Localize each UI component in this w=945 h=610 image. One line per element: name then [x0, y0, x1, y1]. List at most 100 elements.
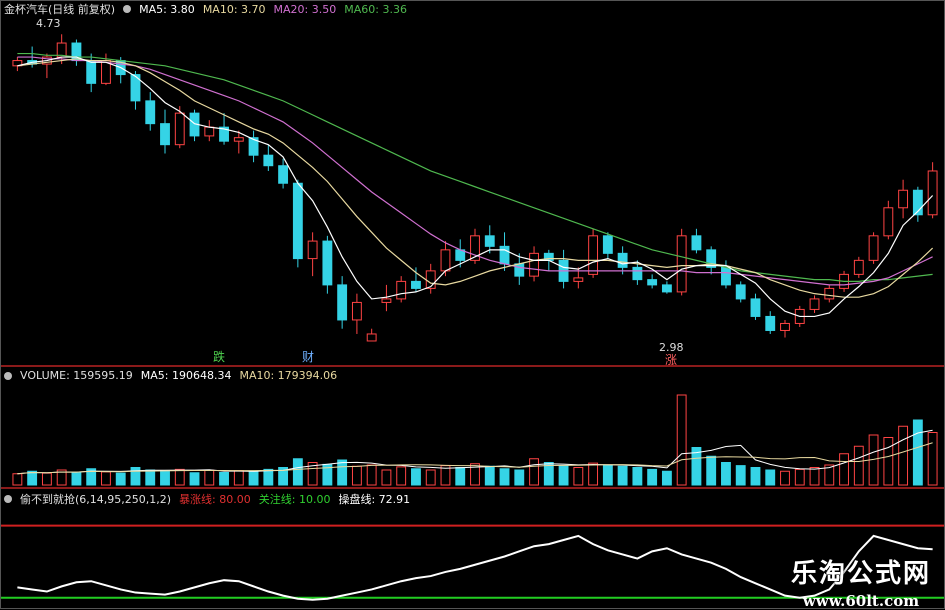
volume-bar [263, 468, 274, 486]
volume-bar [455, 467, 466, 486]
chart-canvas: 4.73 2.98 跌 财 涨 [0, 0, 945, 609]
price-header: 金杯汽车(日线 前复权) MA5: 3.80 MA10: 3.70 MA20: … [4, 1, 407, 17]
candle-body-down [160, 123, 170, 146]
candle-body-down [292, 182, 303, 260]
candle [676, 228, 687, 296]
volume-bar [853, 445, 864, 486]
candle [558, 249, 569, 289]
candle-body-down [632, 266, 643, 281]
candle [868, 232, 879, 264]
candle [765, 311, 776, 334]
candle [174, 106, 185, 149]
candle [661, 281, 672, 294]
indicator-header: 偷不到就抢(6,14,95,250,1,2) 暴涨线: 80.00 关注线: 1… [4, 491, 410, 507]
candle [248, 130, 259, 163]
candle [263, 144, 274, 171]
settings-dot-icon[interactable] [123, 5, 132, 13]
line1-legend: 暴涨线: 80.00 [179, 493, 251, 506]
volume-bar [115, 472, 126, 486]
volume-bar [130, 467, 141, 486]
candle-body-up [676, 235, 687, 293]
candle-body-down [602, 235, 613, 254]
candle [189, 109, 200, 142]
candle [809, 295, 820, 313]
volume-bar [219, 472, 229, 486]
candle-body-down [735, 284, 746, 300]
candle-body-up [529, 252, 539, 277]
candle-body-up [440, 249, 451, 272]
volume-bar [912, 419, 923, 486]
volume-bar [366, 464, 377, 486]
candle-body-up [366, 333, 377, 342]
candle [824, 284, 835, 303]
candle-body-down [145, 100, 156, 125]
candle-body-up [780, 322, 790, 331]
ma60-legend: MA60: 3.36 [344, 2, 407, 16]
volume-panel [12, 394, 938, 486]
candle-body-down [647, 279, 658, 286]
candle [71, 39, 82, 66]
volume-bar [927, 432, 938, 486]
volume-bar [411, 468, 421, 486]
volume-bar [765, 469, 776, 486]
candle [706, 246, 717, 275]
candle-body-up [809, 298, 820, 310]
event-marker-3: 涨 [665, 352, 677, 367]
volume-bar [647, 468, 658, 486]
candle-body-up [204, 126, 215, 137]
candle [322, 235, 333, 294]
candle [617, 246, 628, 275]
volume-bar [558, 465, 569, 486]
volume-ma10-legend: MA10: 179394.06 [239, 369, 338, 382]
volume-bar [292, 458, 303, 486]
candle-body-down [322, 240, 333, 286]
ma20-legend: MA20: 3.50 [273, 2, 337, 16]
candle-body-down [750, 298, 761, 317]
candle [337, 276, 348, 329]
high-price-label: 4.73 [36, 17, 61, 30]
candle-body-up [381, 298, 392, 303]
candle-body-up [883, 207, 894, 237]
ma10-legend: MA10: 3.70 [202, 2, 266, 16]
candle-body-up [898, 189, 909, 209]
stock-title: 金杯汽车(日线 前复权) [4, 3, 116, 16]
volume-bar [721, 462, 731, 486]
settings-dot-icon[interactable] [4, 371, 12, 380]
watermark-title: 乐淘公式网 [790, 559, 931, 589]
volume-bar [514, 469, 525, 486]
settings-dot-icon[interactable] [4, 495, 12, 503]
volume-bar [174, 468, 185, 486]
volume-bar [750, 467, 761, 486]
candle [411, 267, 421, 292]
candle-body-down [499, 245, 510, 265]
candle [780, 319, 790, 338]
volume-bar [160, 470, 170, 486]
candle-body-up [351, 301, 362, 321]
volume-bar [233, 470, 244, 486]
volume-bar [41, 472, 52, 486]
volume-bar [632, 467, 643, 486]
candle-body-down [721, 266, 731, 286]
volume-bar [337, 459, 348, 486]
volume-bar [396, 466, 407, 486]
candle [647, 274, 658, 289]
volume-bar [101, 471, 111, 486]
candle [307, 232, 318, 277]
candle-body-down [691, 235, 702, 251]
event-marker-1: 跌 [213, 349, 225, 364]
candle-body-down [617, 252, 628, 268]
candle [927, 162, 938, 219]
candle [292, 179, 303, 268]
volume-bar [809, 467, 820, 486]
volume-bar [676, 394, 687, 486]
candle [529, 246, 539, 282]
panel-separators [0, 0, 945, 609]
candle-body-up [853, 259, 864, 275]
candle-body-down [263, 154, 274, 167]
volume-bar [883, 437, 894, 486]
candle-body-up [307, 240, 318, 260]
line2-legend: 关注线: 10.00 [258, 493, 331, 506]
volume-bar [898, 425, 909, 486]
candle [898, 179, 909, 219]
volume-bar [27, 470, 38, 486]
